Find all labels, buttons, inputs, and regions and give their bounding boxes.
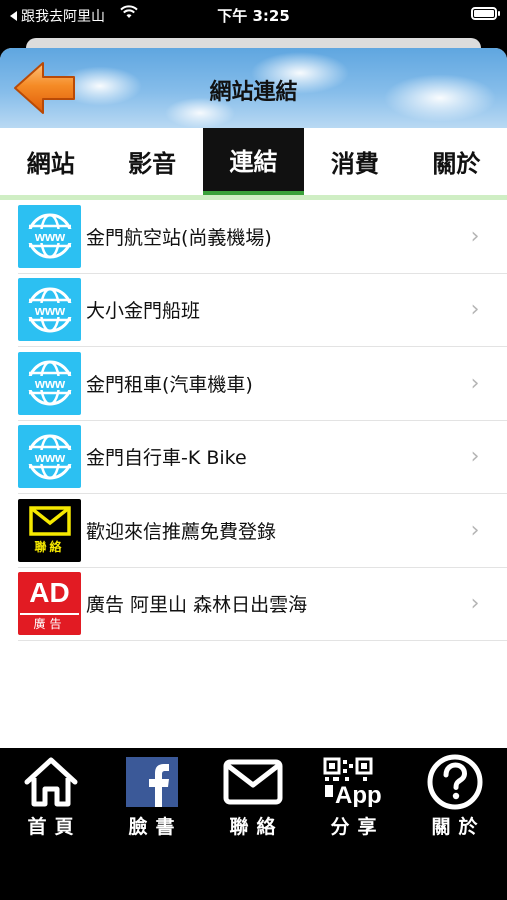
tab-videos[interactable]: 影音	[101, 128, 202, 195]
globe-www-icon: www	[18, 204, 81, 268]
mail-contact-icon: 聯絡	[18, 498, 81, 562]
link-list: www 金門航空站(尚義機場) › www 大小金門船班 › www 金門租車(…	[0, 200, 507, 641]
nav-facebook-label: 臉書	[128, 816, 183, 838]
globe-www-icon: www	[18, 278, 81, 342]
nav-contact-label: 聯絡	[229, 816, 284, 838]
nav-facebook-button[interactable]: 臉書	[101, 754, 202, 839]
chevron-right-icon: ›	[470, 223, 480, 249]
list-item-label: 大小金門船班	[86, 300, 201, 323]
battery-icon	[471, 7, 500, 20]
globe-www-icon: www	[18, 425, 81, 489]
list-item-label: 金門自行車-K Bike	[86, 447, 247, 470]
chevron-right-icon: ›	[470, 297, 480, 323]
ad-icon-text: AD	[20, 574, 79, 614]
status-time: 下午 3:25	[217, 7, 290, 25]
svg-text:www: www	[33, 450, 65, 465]
tab-bar: 網站 影音 連結 消費 關於	[0, 128, 507, 200]
svg-text:www: www	[33, 303, 65, 318]
nav-about-button[interactable]: 關於	[404, 754, 505, 839]
bottom-nav: 首頁 臉書 聯絡 App 分享 關於	[0, 748, 507, 900]
chevron-right-icon: ›	[470, 370, 480, 396]
qr-app-text: App	[335, 782, 382, 807]
facebook-icon	[125, 757, 178, 807]
list-item[interactable]: www 金門租車(汽車機車) ›	[18, 347, 507, 421]
list-item-label: 金門租車(汽車機車)	[86, 373, 253, 396]
chevron-right-icon: ›	[470, 444, 480, 470]
app-screen: 跟我去阿里山 下午 3:25 網站連結 網站 影音 連結 消費 關於 www 金…	[0, 0, 507, 900]
status-bar: 跟我去阿里山 下午 3:25	[0, 0, 507, 30]
globe-www-icon: www	[18, 351, 81, 415]
qr-app-icon: App	[323, 757, 382, 807]
list-item[interactable]: www 金門自行車-K Bike ›	[18, 421, 507, 494]
nav-home-label: 首頁	[27, 816, 82, 838]
list-item-label: 廣告 阿里山 森林日出雲海	[86, 594, 308, 617]
help-icon	[427, 754, 482, 810]
chevron-right-icon: ›	[470, 517, 480, 543]
svg-text:www: www	[33, 229, 65, 244]
mail-icon	[223, 759, 282, 805]
nav-share-label: 分享	[330, 816, 385, 838]
ad-icon-subtext: 廣告	[20, 613, 79, 634]
home-icon	[24, 757, 77, 807]
page-title: 網站連結	[209, 80, 298, 105]
nav-contact-button[interactable]: 聯絡	[202, 754, 303, 839]
list-item[interactable]: AD 廣告 廣告 阿里山 森林日出雲海 ›	[18, 568, 507, 641]
content-sheet: 網站連結 網站 影音 連結 消費 關於 www 金門航空站(尚義機場) › ww…	[0, 48, 507, 748]
nav-home-button[interactable]: 首頁	[0, 754, 101, 839]
tab-spending[interactable]: 消費	[304, 128, 405, 195]
nav-about-label: 關於	[431, 816, 486, 838]
ad-icon: AD 廣告	[18, 572, 81, 636]
list-item[interactable]: www 大小金門船班 ›	[18, 274, 507, 347]
header: 網站連結	[0, 48, 507, 128]
tab-websites[interactable]: 網站	[0, 128, 101, 195]
mail-icon-text: 聯絡	[34, 540, 65, 555]
list-item[interactable]: www 金門航空站(尚義機場) ›	[18, 200, 507, 274]
list-item[interactable]: 聯絡 歡迎來信推薦免費登錄 ›	[18, 494, 507, 568]
svg-text:www: www	[33, 376, 65, 391]
tab-about[interactable]: 關於	[406, 128, 507, 195]
chevron-right-icon: ›	[470, 591, 480, 617]
list-item-label: 金門航空站(尚義機場)	[86, 226, 272, 249]
tab-links[interactable]: 連結	[202, 128, 305, 195]
list-item-label: 歡迎來信推薦免費登錄	[86, 520, 277, 543]
nav-share-button[interactable]: App 分享	[303, 754, 404, 839]
